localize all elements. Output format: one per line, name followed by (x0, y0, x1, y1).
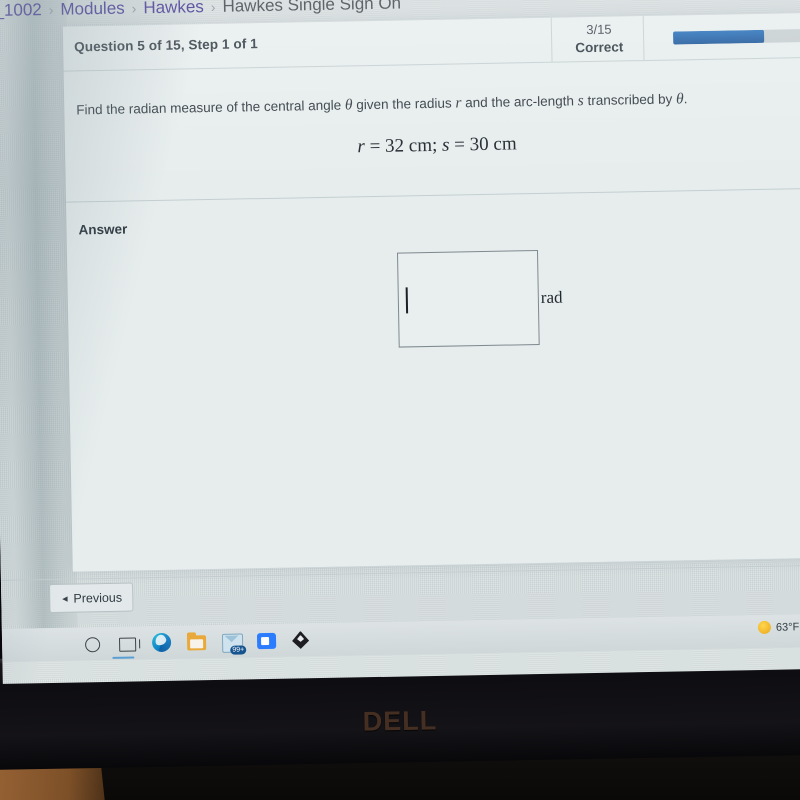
score-fraction: 3/15 (586, 21, 612, 38)
left-arrow-icon: ◄ (60, 593, 70, 604)
answer-input-row: rad (396, 250, 563, 348)
question-prompt: Find the radian measure of the central a… (76, 90, 687, 119)
previous-button[interactable]: ◄ Previous (49, 582, 134, 614)
answer-unit-label: rad (540, 287, 563, 307)
prompt-text-2: given the radius (352, 95, 456, 113)
monitor-screen: _1002 › Modules › Hawkes › Hawkes Single… (0, 0, 800, 684)
given-s-symbol: s (441, 134, 450, 156)
answer-label: Answer (78, 221, 128, 238)
question-body: Find the radian measure of the central a… (63, 58, 800, 203)
breadcrumb-separator-icon: › (210, 0, 216, 15)
weather-temperature: 63°F (775, 620, 800, 634)
dell-logo: DELL (362, 705, 438, 737)
given-r-symbol: r (357, 136, 366, 158)
windows-taskbar: 99+ 63°F Sun (1, 613, 800, 662)
mail-icon[interactable]: 99+ (221, 631, 247, 655)
prompt-text-3: and the arc-length (461, 93, 578, 111)
zoom-icon[interactable] (256, 630, 277, 650)
active-app-indicator (112, 656, 135, 659)
taskbar-icon-group: 99+ (82, 623, 313, 660)
score-label: Correct (575, 38, 624, 55)
prompt-text-1: Find the radian measure of the central a… (76, 97, 346, 118)
text-cursor (405, 287, 409, 314)
question-card: Question 5 of 15, Step 1 of 1 3/15 Corre… (62, 13, 800, 572)
answer-input[interactable] (396, 250, 540, 348)
task-view-icon[interactable] (117, 633, 137, 653)
progress-bar-track (672, 29, 800, 45)
breadcrumb-item-current: Hawkes Single Sign On (222, 0, 402, 16)
breadcrumb-item-course[interactable]: _1002 (0, 0, 42, 21)
prompt-period: . (683, 91, 688, 107)
photo-of-monitor: DELL _1002 › Modules › Hawkes › Hawkes S… (0, 0, 800, 800)
sun-icon (757, 620, 772, 635)
given-r-value: = 32 cm; (369, 134, 438, 158)
browser-page: _1002 › Modules › Hawkes › Hawkes Single… (0, 0, 800, 662)
edge-icon[interactable] (151, 632, 172, 652)
answer-section: Answer rad (66, 189, 800, 572)
weather-widget[interactable]: 63°F Sun (757, 620, 800, 635)
file-explorer-icon[interactable] (186, 632, 207, 652)
question-title: Question 5 of 15, Step 1 of 1 (74, 36, 258, 55)
inkscape-icon[interactable] (292, 630, 312, 650)
breadcrumb-item-modules[interactable]: Modules (60, 0, 125, 20)
search-icon[interactable] (82, 634, 102, 654)
mail-badge: 99+ (230, 644, 247, 655)
breadcrumb-separator-icon: › (48, 1, 54, 18)
header-divider (550, 17, 553, 62)
prompt-text-4: transcribed by (583, 91, 677, 109)
given-values: r = 32 cm; s = 30 cm (65, 128, 800, 164)
progress-bar-fill (672, 29, 765, 45)
previous-button-label: Previous (73, 590, 123, 606)
breadcrumb-separator-icon: › (131, 0, 137, 17)
breadcrumb-item-hawkes[interactable]: Hawkes (143, 0, 204, 18)
given-s-value: = 30 cm (454, 133, 517, 156)
score-display: 3/15 Correct (554, 20, 645, 57)
